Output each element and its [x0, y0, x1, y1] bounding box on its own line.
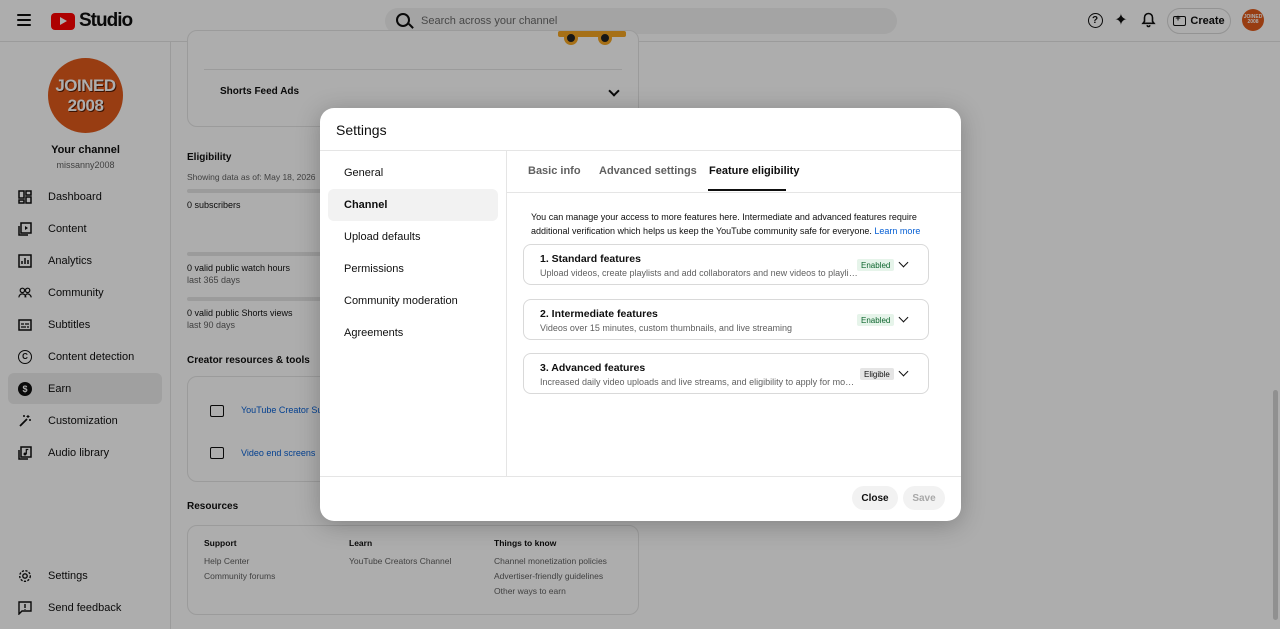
chevron-down-icon[interactable]	[898, 257, 909, 268]
feature-eligibility-intro: You can manage your access to more featu…	[531, 210, 921, 238]
chevron-down-icon[interactable]	[898, 312, 909, 323]
feature-title: 1. Standard features	[540, 253, 641, 265]
divider	[507, 192, 961, 193]
settings-nav-channel[interactable]: Channel	[328, 189, 498, 221]
tab-basic-info[interactable]: Basic info	[528, 165, 581, 177]
page-scrollbar[interactable]	[1273, 390, 1278, 620]
feature-title: 3. Advanced features	[540, 362, 646, 374]
divider	[320, 476, 961, 477]
close-button[interactable]: Close	[852, 486, 898, 510]
save-button[interactable]: Save	[903, 486, 945, 510]
settings-nav-upload-defaults[interactable]: Upload defaults	[328, 221, 498, 253]
divider	[506, 151, 507, 476]
feature-standard[interactable]: 1. Standard features Upload videos, crea…	[523, 244, 929, 285]
status-badge: Enabled	[857, 259, 895, 271]
intro-text: You can manage your access to more featu…	[531, 212, 917, 236]
learn-more-link[interactable]: Learn more	[874, 226, 920, 236]
feature-intermediate[interactable]: 2. Intermediate features Videos over 15 …	[523, 299, 929, 340]
settings-nav-community-moderation[interactable]: Community moderation	[328, 285, 498, 317]
feature-description: Increased daily video uploads and live s…	[540, 377, 858, 387]
feature-advanced[interactable]: 3. Advanced features Increased daily vid…	[523, 353, 929, 394]
tab-feature-eligibility[interactable]: Feature eligibility	[709, 165, 799, 177]
active-tab-indicator	[708, 189, 786, 191]
divider	[320, 150, 961, 151]
feature-description: Upload videos, create playlists and add …	[540, 268, 858, 278]
dialog-title: Settings	[336, 122, 387, 138]
settings-nav-general[interactable]: General	[328, 157, 498, 189]
settings-nav-permissions[interactable]: Permissions	[328, 253, 498, 285]
feature-description: Videos over 15 minutes, custom thumbnail…	[540, 323, 792, 333]
status-badge: Enabled	[857, 314, 895, 326]
status-badge: Eligible	[860, 368, 894, 380]
settings-nav-agreements[interactable]: Agreements	[328, 317, 498, 349]
settings-dialog: Settings General Channel Upload defaults…	[320, 108, 961, 521]
chevron-down-icon[interactable]	[898, 366, 909, 377]
feature-title: 2. Intermediate features	[540, 308, 658, 320]
tab-advanced-settings[interactable]: Advanced settings	[599, 165, 697, 177]
